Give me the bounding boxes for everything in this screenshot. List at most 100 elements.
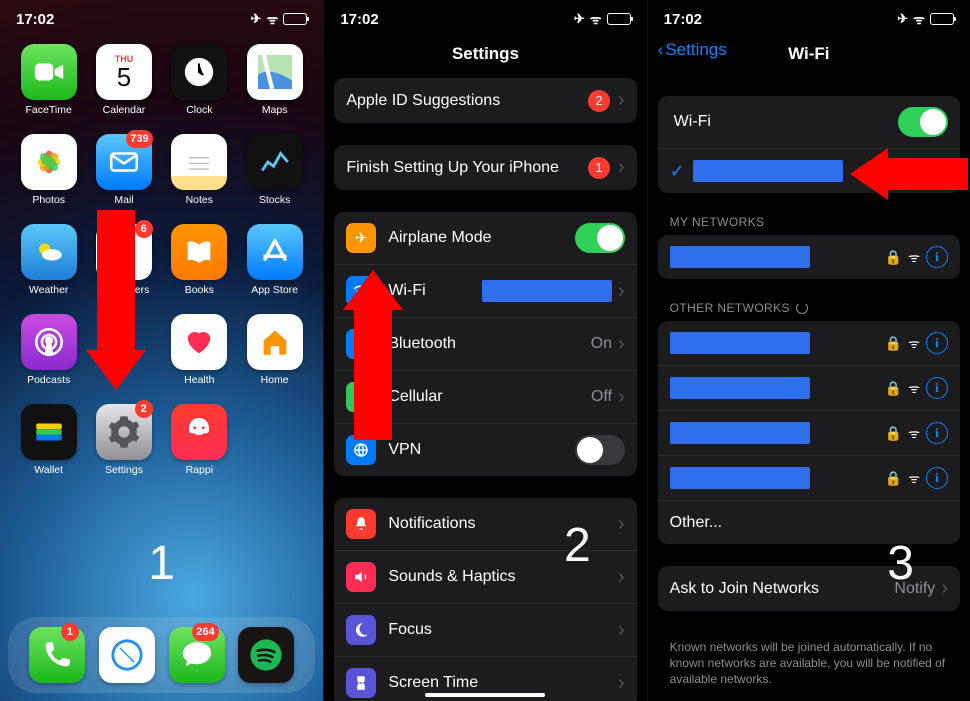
wifi-name-redacted bbox=[482, 280, 612, 302]
row-ask-to-join[interactable]: Ask to Join Networks Notify › bbox=[658, 566, 960, 611]
row-network[interactable]: 🔒 ᯤ i bbox=[658, 235, 960, 279]
home-indicator[interactable] bbox=[425, 693, 545, 697]
wifi-icon: ᯤ bbox=[913, 10, 925, 28]
row-wifi-toggle[interactable]: Wi-Fi bbox=[658, 96, 960, 148]
airplane-icon: ✈ bbox=[251, 11, 262, 27]
app-label: Mail bbox=[114, 194, 133, 206]
app-weather[interactable]: Weather bbox=[14, 224, 83, 296]
airplane-toggle[interactable] bbox=[575, 223, 625, 253]
row-network[interactable]: 🔒ᯤi bbox=[658, 365, 960, 410]
app-label: Calendar bbox=[103, 104, 146, 116]
dock-safari[interactable] bbox=[99, 627, 155, 683]
sounds-icon bbox=[346, 562, 376, 592]
lock-icon: 🔒 bbox=[885, 249, 902, 266]
wifi-signal-icon: ᯤ bbox=[908, 469, 920, 487]
dock-messages[interactable]: 264 bbox=[169, 627, 225, 683]
chevron-right-icon: › bbox=[618, 672, 625, 695]
row-airplane-mode[interactable]: ✈ Airplane Mode bbox=[334, 212, 636, 264]
row-focus[interactable]: Focus› bbox=[334, 603, 636, 656]
chevron-right-icon: › bbox=[618, 333, 625, 356]
wifi-signal-icon: ᯤ bbox=[908, 379, 920, 397]
step-number: 3 bbox=[887, 536, 914, 591]
status-bar: 17:02 ✈ᯤ bbox=[324, 0, 646, 34]
app-stocks[interactable]: Stocks bbox=[240, 134, 309, 206]
row-network[interactable]: 🔒 ᯤi bbox=[658, 455, 960, 500]
podcasts-icon bbox=[21, 314, 77, 370]
app-label: Podcasts bbox=[27, 374, 70, 386]
app-label: App Store bbox=[251, 284, 298, 296]
info-button[interactable]: i bbox=[926, 246, 948, 268]
info-button[interactable]: i bbox=[926, 377, 948, 399]
app-wallet[interactable]: Wallet bbox=[14, 404, 83, 476]
calendar-icon: THU5 bbox=[96, 44, 152, 100]
info-button[interactable]: i bbox=[926, 467, 948, 489]
row-finish-setup[interactable]: Finish Setting Up Your iPhone 1 › bbox=[334, 145, 636, 190]
row-appleid-suggestions[interactable]: Apple ID Suggestions 2 › bbox=[334, 78, 636, 123]
badge: 1 bbox=[588, 157, 610, 179]
wifi-signal-icon: ᯤ bbox=[908, 334, 920, 352]
app-label: FaceTime bbox=[26, 104, 72, 116]
group-suggestions: Apple ID Suggestions 2 › bbox=[334, 78, 636, 123]
row-other[interactable]: Other... bbox=[658, 500, 960, 544]
books-icon bbox=[171, 224, 227, 280]
row-network[interactable]: 🔒ᯤi bbox=[658, 410, 960, 455]
airplane-icon: ✈ bbox=[574, 11, 585, 27]
battery-icon bbox=[930, 13, 954, 25]
status-time: 17:02 bbox=[340, 11, 378, 28]
nav-title: Settings bbox=[324, 34, 646, 78]
app-facetime[interactable]: FaceTime bbox=[14, 44, 83, 116]
wifi-signal-icon: ᯤ bbox=[908, 424, 920, 442]
maps-icon bbox=[247, 44, 303, 100]
app-appstore[interactable]: App Store bbox=[240, 224, 309, 296]
airplane-icon: ✈ bbox=[897, 11, 908, 27]
annotation-arrow-up bbox=[347, 270, 399, 440]
annotation-arrow-down bbox=[90, 210, 142, 390]
checkmark-icon: ✓ bbox=[670, 161, 685, 182]
panel-wifi: 17:02 ✈ᯤ ‹Settings Wi-Fi Wi-Fi ✓ MY NETW… bbox=[647, 0, 970, 701]
group-other-networks: 🔒ᯤi 🔒ᯤi 🔒ᯤi 🔒ᯤi Other... bbox=[658, 321, 960, 544]
app-books[interactable]: Books bbox=[165, 224, 234, 296]
group-ask-join: Ask to Join Networks Notify › bbox=[658, 566, 960, 611]
row-network[interactable]: 🔒 ᯤi bbox=[658, 321, 960, 365]
badge: 264 bbox=[192, 623, 218, 641]
chevron-right-icon: › bbox=[618, 619, 625, 642]
lock-icon: 🔒 bbox=[885, 335, 902, 352]
info-button[interactable]: i bbox=[926, 332, 948, 354]
weather-icon bbox=[21, 224, 77, 280]
row-label: Ask to Join Networks bbox=[670, 580, 895, 598]
screentime-icon bbox=[346, 668, 376, 698]
app-maps[interactable]: Maps bbox=[240, 44, 309, 116]
dock-phone[interactable]: 1 bbox=[29, 627, 85, 683]
wifi-toggle[interactable] bbox=[898, 107, 948, 137]
network-name-redacted bbox=[693, 160, 843, 182]
row-sounds[interactable]: Sounds & Haptics› bbox=[334, 550, 636, 603]
focus-icon bbox=[346, 615, 376, 645]
app-mail[interactable]: 739Mail bbox=[89, 134, 158, 206]
dock-spotify[interactable] bbox=[238, 627, 294, 683]
info-button[interactable]: i bbox=[926, 422, 948, 444]
vpn-toggle[interactable] bbox=[575, 435, 625, 465]
chevron-right-icon: › bbox=[618, 89, 625, 112]
status-bar: 17:02 ✈ ᯤ bbox=[648, 0, 970, 34]
chevron-right-icon: › bbox=[618, 566, 625, 589]
app-label: Wallet bbox=[34, 464, 63, 476]
status-time: 17:02 bbox=[664, 11, 702, 28]
app-notes[interactable]: Notes bbox=[165, 134, 234, 206]
app-settings[interactable]: 2Settings bbox=[89, 404, 158, 476]
row-notifications[interactable]: Notifications› bbox=[334, 498, 636, 550]
app-calendar[interactable]: THU5 Calendar bbox=[89, 44, 158, 116]
app-rappi[interactable]: Rappi bbox=[165, 404, 234, 476]
app-home[interactable]: Home bbox=[240, 314, 309, 386]
back-button[interactable]: ‹Settings bbox=[658, 40, 727, 60]
home-icon bbox=[247, 314, 303, 370]
app-health[interactable]: Health bbox=[165, 314, 234, 386]
row-label: Wi-Fi bbox=[670, 113, 898, 131]
chevron-right-icon: › bbox=[941, 577, 948, 600]
app-label: Stocks bbox=[259, 194, 291, 206]
app-clock[interactable]: Clock bbox=[165, 44, 234, 116]
app-photos[interactable]: Photos bbox=[14, 134, 83, 206]
app-label: Photos bbox=[32, 194, 65, 206]
app-podcasts[interactable]: Podcasts bbox=[14, 314, 83, 386]
facetime-icon bbox=[21, 44, 77, 100]
lock-icon: 🔒 bbox=[885, 470, 902, 487]
